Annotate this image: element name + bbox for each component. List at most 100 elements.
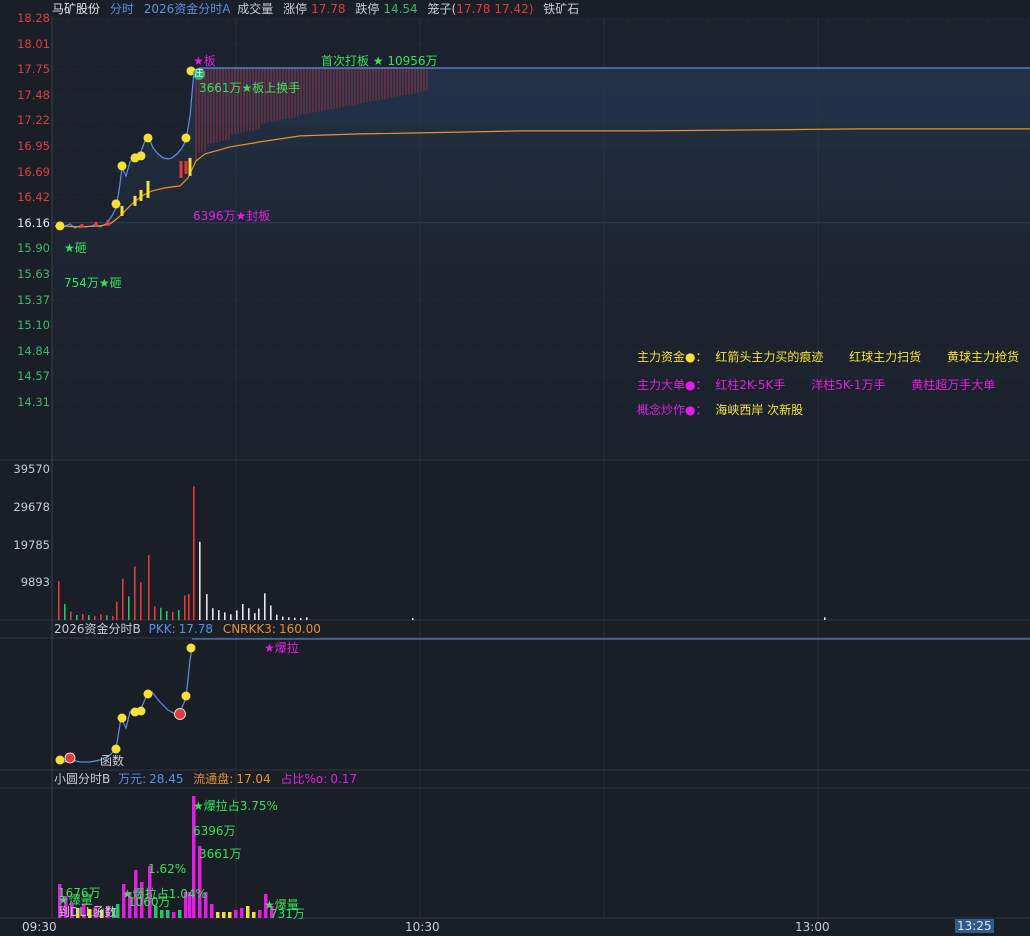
legend-funds-item-3: 黄球主力抢货 — [947, 350, 1020, 364]
float-label: 流通盘: — [193, 772, 234, 786]
ratio-label: 占比%o: — [280, 772, 328, 786]
price-tick-label: 18.28 — [17, 11, 50, 25]
seal-label: 6396万★封板 — [193, 209, 271, 223]
candle-mark — [184, 160, 188, 174]
panel-b-title[interactable]: 2026资金分时B — [54, 622, 141, 636]
price-tick-label: 18.01 — [17, 36, 50, 51]
panel-c-bar — [172, 912, 176, 918]
legend-orders-item-1: 红柱2K-5K手 — [715, 378, 786, 392]
wan-value: 28.45 — [149, 772, 184, 786]
price-tick-label: 16.16 — [17, 215, 50, 230]
yellow-ball-marker — [181, 691, 191, 701]
cnrkk-label: CNRKK3: — [222, 622, 276, 636]
panel-c-bar — [258, 910, 262, 918]
price-tick-label: 17.75 — [17, 62, 50, 77]
volume-bar — [258, 608, 260, 620]
red-ball-marker — [64, 752, 76, 764]
dll-func-label: 到DLL函数 — [58, 905, 117, 919]
volume-bars — [58, 486, 826, 620]
candle-mark — [139, 189, 143, 201]
panel-c-bar — [178, 910, 182, 918]
candle-mark — [94, 221, 98, 226]
pkk-label: PKK: — [148, 622, 176, 636]
price-tick-label: 14.84 — [17, 343, 50, 358]
volume-tick-label: 9893 — [20, 575, 50, 589]
candle-mark — [80, 223, 84, 228]
volume-bar — [824, 617, 826, 620]
volume-bar — [148, 555, 150, 620]
volume-bar — [236, 610, 238, 620]
yellow-ball-marker — [117, 713, 127, 723]
volume-bar — [178, 610, 180, 620]
price-tick-label: 17.48 — [17, 87, 50, 102]
amount-6396-label: 6396万 — [193, 824, 236, 838]
volume-bar — [193, 486, 195, 620]
panel-c-header: 小圆分时B 万元: 28.45 流通盘: 17.04 占比%o: 0.17 — [54, 770, 363, 788]
yellow-ball-marker — [143, 689, 153, 699]
price-tick-label: 15.37 — [17, 292, 50, 307]
panel-c-title[interactable]: 小圆分时B — [54, 772, 110, 786]
yellow-ball-marker — [117, 161, 127, 171]
legend-row-funds: 主力资金●： 红箭头主力买的痕迹 红球主力扫货 黄球主力抢货 — [637, 348, 1019, 365]
first-board-label: 首次打板 ★ 10956万 — [321, 54, 438, 68]
amount-1060-label: 1060万 — [128, 895, 171, 909]
yellow-ball-marker — [55, 755, 65, 765]
candle-mark — [146, 180, 150, 198]
stock-chart-window: 马矿股份 分时 2026资金分时A 成交量 涨停 17.78 跌停 14.54 笼子… — [0, 0, 1030, 936]
price-tick-label: 14.31 — [17, 395, 50, 409]
legend-row-concept: 概念炒作●： 海峡西岸 次新股 — [637, 401, 803, 418]
volume-bar — [70, 611, 72, 620]
legend-orders-item-3: 黄柱超万手大单 — [911, 378, 996, 392]
panel-b-line — [57, 647, 193, 763]
candle-mark — [179, 160, 183, 178]
legend-concept-title: 概念炒作●： — [637, 403, 708, 417]
legend-funds-item-1: 红箭头主力买的痕迹 — [715, 350, 824, 364]
volume-tick-label: 29678 — [13, 500, 50, 514]
burst-ratio-label: ★爆拉占3.75% — [193, 799, 278, 813]
yellow-ball-marker — [136, 706, 146, 716]
price-tick-label: 16.69 — [17, 164, 50, 179]
panel-b-func-label: 函数 — [100, 754, 125, 768]
volume-bar — [184, 595, 186, 620]
volume-bar — [264, 593, 266, 620]
volume-bar — [199, 541, 201, 620]
legend-funds-item-2: 红球主力扫货 — [849, 350, 922, 364]
price-tick-label: 17.22 — [17, 113, 50, 128]
amount-731-label: 731万 — [270, 907, 305, 921]
volume-bar — [224, 612, 226, 620]
volume-bar — [128, 596, 130, 620]
panel-c-bar — [210, 904, 214, 918]
volume-bar — [172, 611, 174, 620]
panel-c-bar — [246, 906, 250, 918]
legend-row-orders: 主力大单●： 红柱2K-5K手 洋柱5K-1万手 黄柱超万手大单 — [637, 376, 995, 393]
price-tick-label: 16.95 — [17, 139, 50, 153]
panel-c-bar — [234, 910, 238, 918]
turnover-label: 3661万★板上换手 — [199, 81, 301, 95]
smash-label: ★砸 — [64, 241, 87, 255]
candle-mark — [133, 195, 137, 206]
board-mark: ★板 — [193, 54, 216, 68]
float-value: 17.04 — [236, 772, 271, 786]
volume-bar — [58, 581, 60, 620]
chart-canvas[interactable] — [0, 0, 1030, 936]
volume-tick-label: 39570 — [13, 462, 50, 476]
amount-3661-label: 3661万 — [199, 847, 242, 861]
panel-c-bar — [252, 912, 256, 918]
yellow-ball-marker — [181, 133, 191, 143]
legend-orders-item-2: 洋柱5K-1万手 — [811, 378, 886, 392]
time-cursor-1325[interactable]: 13:25 — [955, 919, 994, 933]
panel-c-bar — [228, 912, 232, 918]
panel-c-bar — [166, 910, 170, 918]
panel-c-bar — [160, 910, 164, 918]
volume-bar — [212, 608, 214, 620]
yellow-ball-marker — [136, 151, 146, 161]
yellow-ball-marker — [186, 643, 196, 653]
time-label-1030: 10:30 — [405, 920, 440, 934]
time-label-0930: 09:30 — [22, 920, 57, 934]
legend-orders-title: 主力大单●： — [637, 378, 708, 392]
volume-bar — [248, 608, 250, 620]
wan-label: 万元: — [118, 772, 147, 786]
volume-bar — [218, 610, 220, 620]
price-tick-label: 15.63 — [17, 267, 50, 281]
volume-bar — [116, 601, 118, 620]
